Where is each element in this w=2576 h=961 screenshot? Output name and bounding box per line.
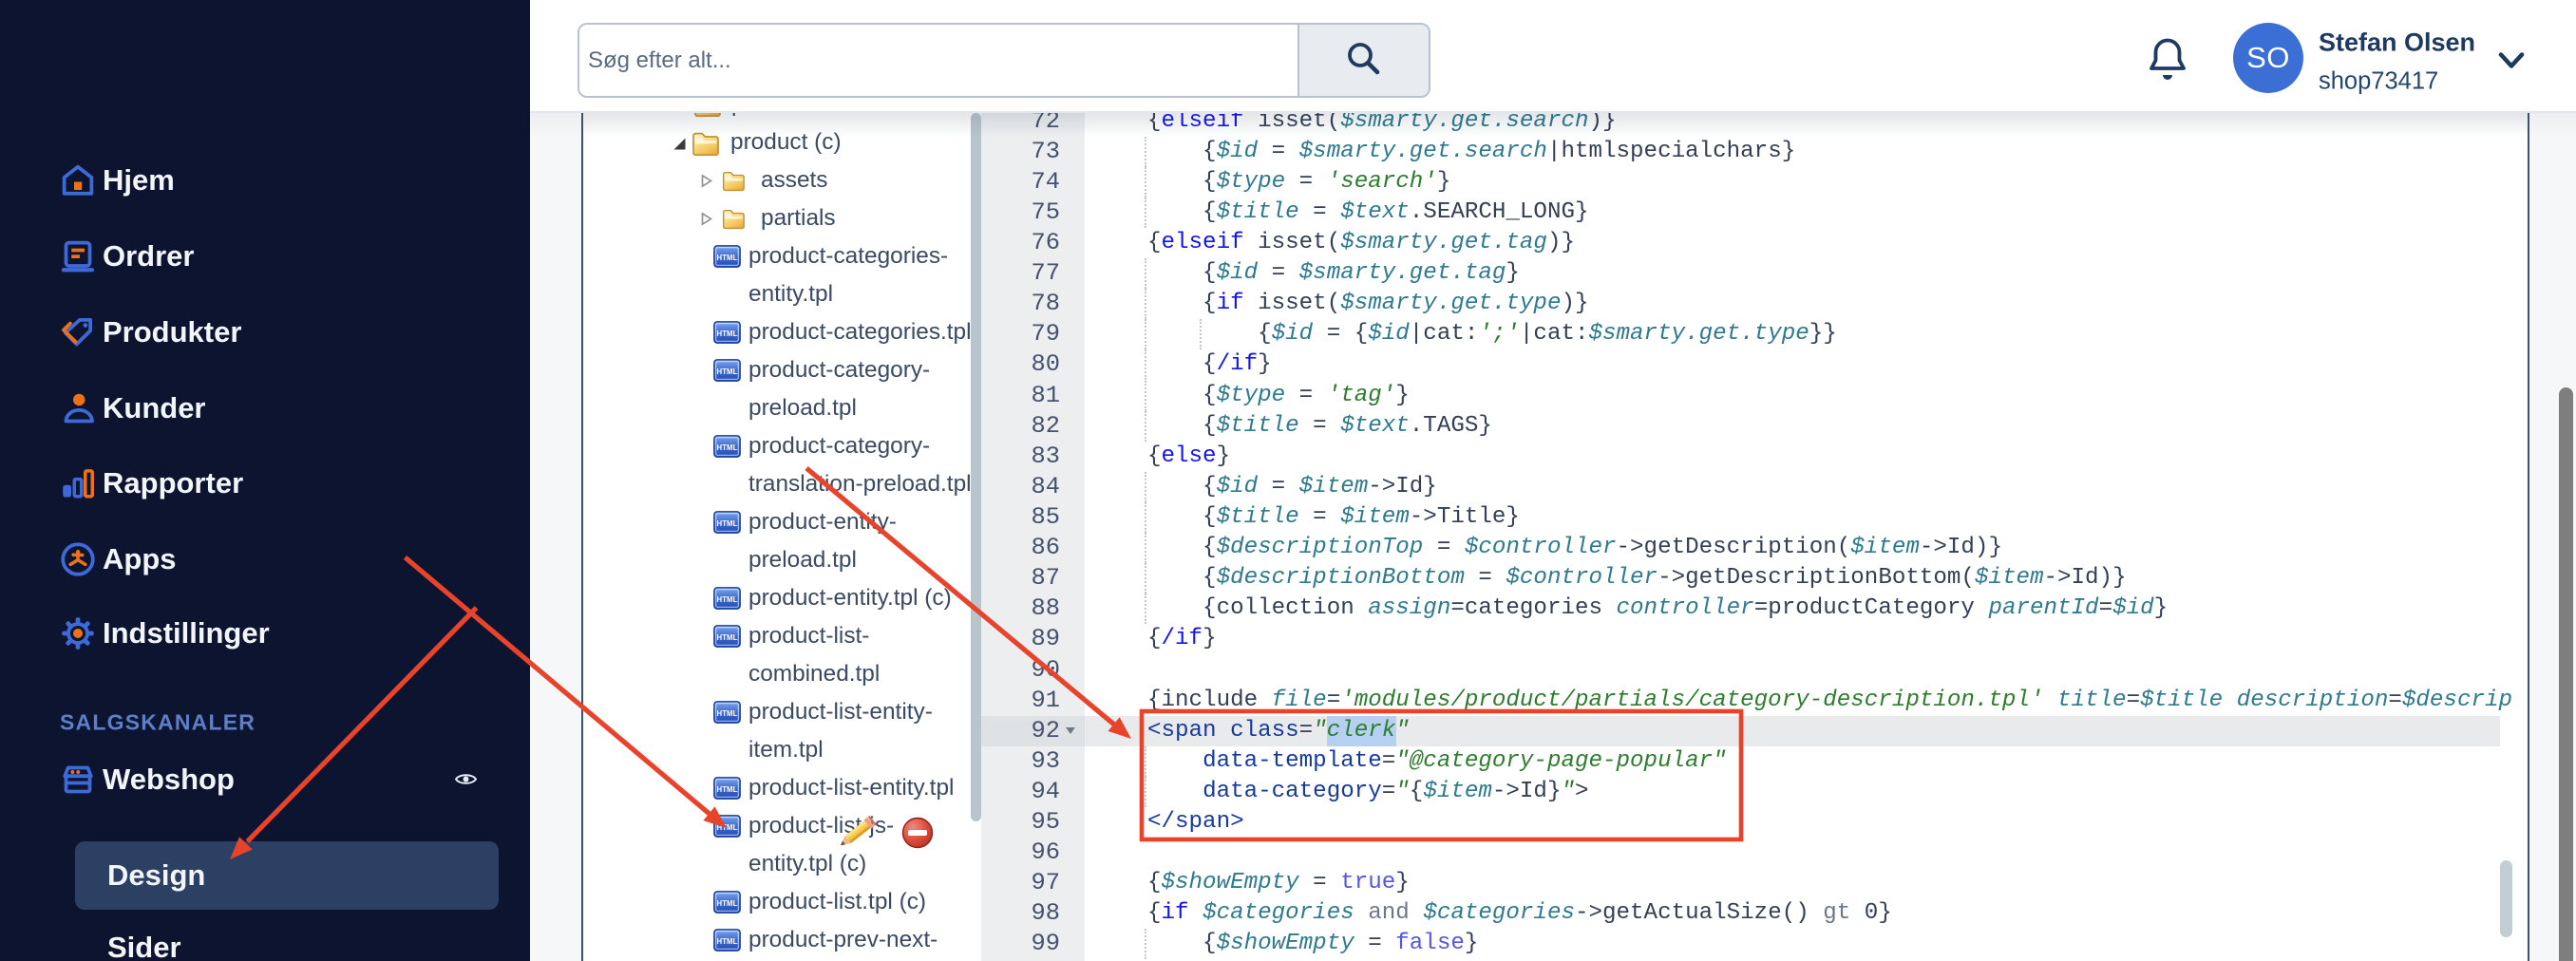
svg-text:HTML: HTML	[716, 254, 737, 262]
svg-text:HTML: HTML	[716, 330, 737, 338]
svg-text:HTML: HTML	[716, 899, 737, 908]
svg-text:HTML: HTML	[716, 519, 737, 528]
svg-text:HTML: HTML	[716, 709, 737, 718]
svg-text:HTML: HTML	[716, 823, 737, 832]
svg-text:HTML: HTML	[716, 633, 737, 642]
svg-text:HTML: HTML	[716, 937, 737, 946]
svg-text:HTML: HTML	[716, 595, 737, 604]
svg-text:HTML: HTML	[716, 785, 737, 794]
svg-text:HTML: HTML	[716, 443, 737, 452]
svg-text:HTML: HTML	[716, 367, 737, 376]
